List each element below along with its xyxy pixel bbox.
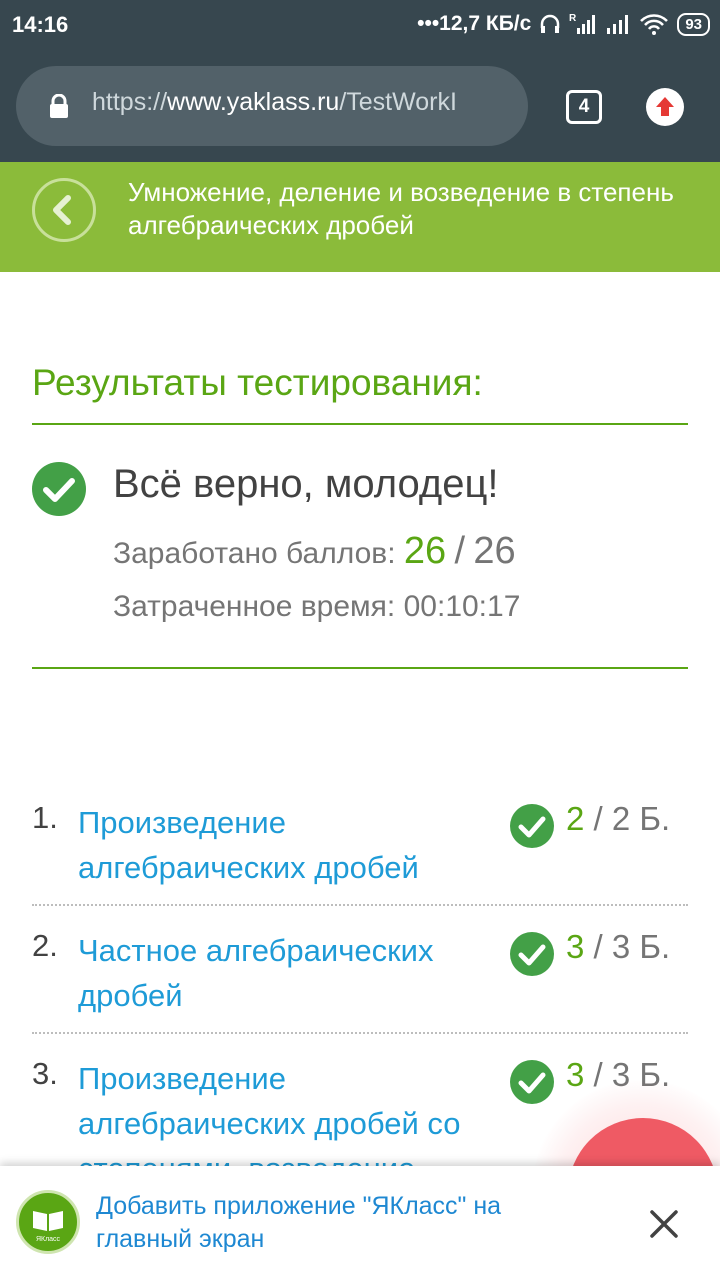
status-bar: 14:16 •••12,7 КБ/с R 93 [0, 0, 720, 52]
check-circle-icon [510, 932, 554, 976]
signal-roaming-icon: R [569, 13, 596, 34]
divider [32, 667, 688, 669]
close-icon[interactable] [644, 1204, 684, 1244]
check-circle-icon [510, 804, 554, 848]
time-line: Затраченное время: 00:10:17 [113, 590, 520, 624]
time-label: Затраченное время: [113, 590, 396, 623]
task-link[interactable]: Произведение алгебраических дробей со ст… [78, 1056, 498, 1166]
signal-icon [607, 15, 629, 34]
task-number: 1. [32, 800, 58, 835]
score-earned: 26 [403, 530, 447, 572]
arrow-up-icon [656, 97, 674, 116]
status-time: 14:16 [12, 12, 69, 37]
topic-title: Умножение, деление и возведение в степен… [128, 177, 674, 240]
task-number: 3. [32, 1056, 58, 1091]
score-total: 26 [473, 530, 516, 572]
back-button[interactable] [32, 178, 96, 242]
divider [32, 423, 688, 425]
chevron-left-icon [53, 195, 71, 225]
results-title: Результаты тестирования: [32, 362, 483, 403]
task-score: 2 / 2 Б. [566, 800, 671, 837]
network-speed: •••12,7 КБ/с [417, 12, 532, 35]
score-separator: / [454, 530, 466, 572]
upload-button[interactable] [646, 88, 684, 126]
check-circle-icon [32, 462, 86, 516]
task-item: 1. Произведение алгебраических дробей 2 … [0, 800, 720, 928]
address-bar[interactable]: https://www.yaklass.ru/TestWorkI [16, 66, 528, 146]
task-number: 2. [32, 928, 58, 963]
task-link[interactable]: Частное алгебраических дробей [78, 928, 498, 1018]
app-logo: ЯКласс [16, 1190, 80, 1254]
task-item: 2. Частное алгебраических дробей 3 / 3 Б… [0, 928, 720, 1056]
add-to-home-banner[interactable]: ЯКласс Добавить приложение "ЯКласс" на г… [0, 1166, 720, 1280]
result-message: Всё верно, молодец! [113, 462, 499, 506]
banner-text: Добавить приложение "ЯКласс" на главный … [96, 1192, 502, 1253]
divider [32, 904, 688, 906]
wifi-icon [640, 14, 669, 35]
lock-icon [50, 94, 68, 118]
headphones-icon [541, 14, 560, 33]
topic-header: Умножение, деление и возведение в степен… [0, 162, 720, 272]
url-text: https://www.yaklass.ru/TestWorkI [92, 88, 457, 116]
divider [32, 1032, 688, 1034]
browser-toolbar: https://www.yaklass.ru/TestWorkI 4 [0, 52, 720, 162]
book-icon: ЯКласс [33, 1211, 63, 1243]
tab-switcher-button[interactable]: 4 [566, 90, 602, 124]
svg-text:ЯКласс: ЯКласс [36, 1236, 61, 1243]
time-value: 00:10:17 [403, 590, 521, 623]
status-indicators: •••12,7 КБ/с R 93 [417, 12, 710, 36]
task-link[interactable]: Произведение алгебраических дробей [78, 800, 498, 890]
battery-indicator: 93 [677, 12, 710, 36]
score-label: Заработано баллов: [113, 537, 396, 570]
check-circle-icon [510, 1060, 554, 1104]
task-score: 3 / 3 Б. [566, 928, 671, 965]
score-line: Заработано баллов: 26 / 26 [113, 530, 516, 573]
svg-text:R: R [569, 13, 577, 24]
